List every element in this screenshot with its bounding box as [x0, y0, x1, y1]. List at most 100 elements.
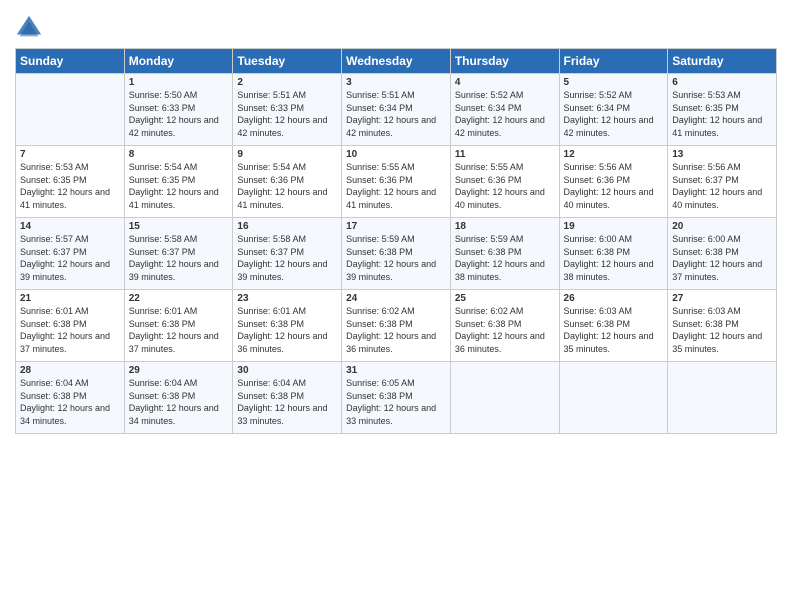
day-number: 2	[237, 77, 337, 88]
day-number: 26	[564, 293, 664, 304]
page: SundayMondayTuesdayWednesdayThursdayFrid…	[0, 0, 792, 612]
day-info: Sunrise: 5:53 AM Sunset: 6:35 PM Dayligh…	[672, 89, 772, 139]
day-info: Sunrise: 6:05 AM Sunset: 6:38 PM Dayligh…	[346, 377, 446, 427]
day-info: Sunrise: 6:01 AM Sunset: 6:38 PM Dayligh…	[237, 305, 337, 355]
calendar-cell: 22Sunrise: 6:01 AM Sunset: 6:38 PM Dayli…	[124, 290, 233, 362]
day-info: Sunrise: 6:02 AM Sunset: 6:38 PM Dayligh…	[346, 305, 446, 355]
day-info: Sunrise: 6:01 AM Sunset: 6:38 PM Dayligh…	[129, 305, 229, 355]
day-info: Sunrise: 5:51 AM Sunset: 6:33 PM Dayligh…	[237, 89, 337, 139]
logo	[15, 14, 45, 42]
header-cell-wednesday: Wednesday	[342, 49, 451, 74]
day-number: 10	[346, 149, 446, 160]
calendar-cell: 20Sunrise: 6:00 AM Sunset: 6:38 PM Dayli…	[668, 218, 777, 290]
day-info: Sunrise: 5:54 AM Sunset: 6:36 PM Dayligh…	[237, 161, 337, 211]
calendar-cell: 21Sunrise: 6:01 AM Sunset: 6:38 PM Dayli…	[16, 290, 125, 362]
logo-icon	[15, 14, 43, 42]
calendar-cell: 13Sunrise: 5:56 AM Sunset: 6:37 PM Dayli…	[668, 146, 777, 218]
day-info: Sunrise: 6:03 AM Sunset: 6:38 PM Dayligh…	[564, 305, 664, 355]
calendar-cell: 4Sunrise: 5:52 AM Sunset: 6:34 PM Daylig…	[450, 74, 559, 146]
day-info: Sunrise: 5:57 AM Sunset: 6:37 PM Dayligh…	[20, 233, 120, 283]
calendar-cell: 2Sunrise: 5:51 AM Sunset: 6:33 PM Daylig…	[233, 74, 342, 146]
header-cell-sunday: Sunday	[16, 49, 125, 74]
day-number: 17	[346, 221, 446, 232]
day-info: Sunrise: 5:59 AM Sunset: 6:38 PM Dayligh…	[455, 233, 555, 283]
calendar-cell: 29Sunrise: 6:04 AM Sunset: 6:38 PM Dayli…	[124, 362, 233, 434]
calendar-cell: 12Sunrise: 5:56 AM Sunset: 6:36 PM Dayli…	[559, 146, 668, 218]
week-row-2: 7Sunrise: 5:53 AM Sunset: 6:35 PM Daylig…	[16, 146, 777, 218]
day-info: Sunrise: 5:56 AM Sunset: 6:37 PM Dayligh…	[672, 161, 772, 211]
calendar-cell: 16Sunrise: 5:58 AM Sunset: 6:37 PM Dayli…	[233, 218, 342, 290]
day-number: 8	[129, 149, 229, 160]
calendar-table: SundayMondayTuesdayWednesdayThursdayFrid…	[15, 48, 777, 434]
day-info: Sunrise: 6:04 AM Sunset: 6:38 PM Dayligh…	[237, 377, 337, 427]
header-cell-thursday: Thursday	[450, 49, 559, 74]
week-row-5: 28Sunrise: 6:04 AM Sunset: 6:38 PM Dayli…	[16, 362, 777, 434]
day-number: 13	[672, 149, 772, 160]
calendar-cell: 31Sunrise: 6:05 AM Sunset: 6:38 PM Dayli…	[342, 362, 451, 434]
day-number: 31	[346, 365, 446, 376]
calendar-cell: 6Sunrise: 5:53 AM Sunset: 6:35 PM Daylig…	[668, 74, 777, 146]
calendar-cell: 27Sunrise: 6:03 AM Sunset: 6:38 PM Dayli…	[668, 290, 777, 362]
day-number: 15	[129, 221, 229, 232]
day-info: Sunrise: 5:51 AM Sunset: 6:34 PM Dayligh…	[346, 89, 446, 139]
calendar-cell: 15Sunrise: 5:58 AM Sunset: 6:37 PM Dayli…	[124, 218, 233, 290]
day-number: 7	[20, 149, 120, 160]
calendar-cell: 3Sunrise: 5:51 AM Sunset: 6:34 PM Daylig…	[342, 74, 451, 146]
week-row-1: 1Sunrise: 5:50 AM Sunset: 6:33 PM Daylig…	[16, 74, 777, 146]
calendar-cell: 23Sunrise: 6:01 AM Sunset: 6:38 PM Dayli…	[233, 290, 342, 362]
day-info: Sunrise: 5:56 AM Sunset: 6:36 PM Dayligh…	[564, 161, 664, 211]
header-cell-saturday: Saturday	[668, 49, 777, 74]
week-row-4: 21Sunrise: 6:01 AM Sunset: 6:38 PM Dayli…	[16, 290, 777, 362]
day-number: 4	[455, 77, 555, 88]
day-info: Sunrise: 5:50 AM Sunset: 6:33 PM Dayligh…	[129, 89, 229, 139]
calendar-cell: 5Sunrise: 5:52 AM Sunset: 6:34 PM Daylig…	[559, 74, 668, 146]
calendar-cell	[450, 362, 559, 434]
calendar-cell: 19Sunrise: 6:00 AM Sunset: 6:38 PM Dayli…	[559, 218, 668, 290]
day-number: 25	[455, 293, 555, 304]
day-number: 24	[346, 293, 446, 304]
calendar-cell: 9Sunrise: 5:54 AM Sunset: 6:36 PM Daylig…	[233, 146, 342, 218]
calendar-cell: 30Sunrise: 6:04 AM Sunset: 6:38 PM Dayli…	[233, 362, 342, 434]
day-number: 6	[672, 77, 772, 88]
calendar-header: SundayMondayTuesdayWednesdayThursdayFrid…	[16, 49, 777, 74]
calendar-cell: 24Sunrise: 6:02 AM Sunset: 6:38 PM Dayli…	[342, 290, 451, 362]
calendar-cell: 7Sunrise: 5:53 AM Sunset: 6:35 PM Daylig…	[16, 146, 125, 218]
day-number: 18	[455, 221, 555, 232]
day-info: Sunrise: 5:53 AM Sunset: 6:35 PM Dayligh…	[20, 161, 120, 211]
day-info: Sunrise: 6:03 AM Sunset: 6:38 PM Dayligh…	[672, 305, 772, 355]
day-number: 3	[346, 77, 446, 88]
day-number: 21	[20, 293, 120, 304]
day-number: 19	[564, 221, 664, 232]
day-info: Sunrise: 5:58 AM Sunset: 6:37 PM Dayligh…	[237, 233, 337, 283]
calendar-cell: 26Sunrise: 6:03 AM Sunset: 6:38 PM Dayli…	[559, 290, 668, 362]
day-info: Sunrise: 6:04 AM Sunset: 6:38 PM Dayligh…	[129, 377, 229, 427]
day-info: Sunrise: 5:52 AM Sunset: 6:34 PM Dayligh…	[564, 89, 664, 139]
day-info: Sunrise: 5:59 AM Sunset: 6:38 PM Dayligh…	[346, 233, 446, 283]
day-info: Sunrise: 6:01 AM Sunset: 6:38 PM Dayligh…	[20, 305, 120, 355]
day-number: 9	[237, 149, 337, 160]
day-number: 27	[672, 293, 772, 304]
calendar-cell: 18Sunrise: 5:59 AM Sunset: 6:38 PM Dayli…	[450, 218, 559, 290]
day-number: 14	[20, 221, 120, 232]
calendar-cell	[668, 362, 777, 434]
header	[15, 10, 777, 42]
day-number: 29	[129, 365, 229, 376]
day-info: Sunrise: 5:58 AM Sunset: 6:37 PM Dayligh…	[129, 233, 229, 283]
calendar-cell: 25Sunrise: 6:02 AM Sunset: 6:38 PM Dayli…	[450, 290, 559, 362]
day-info: Sunrise: 6:00 AM Sunset: 6:38 PM Dayligh…	[672, 233, 772, 283]
day-info: Sunrise: 6:04 AM Sunset: 6:38 PM Dayligh…	[20, 377, 120, 427]
header-row: SundayMondayTuesdayWednesdayThursdayFrid…	[16, 49, 777, 74]
day-info: Sunrise: 5:54 AM Sunset: 6:35 PM Dayligh…	[129, 161, 229, 211]
day-number: 28	[20, 365, 120, 376]
day-number: 11	[455, 149, 555, 160]
header-cell-tuesday: Tuesday	[233, 49, 342, 74]
day-number: 1	[129, 77, 229, 88]
calendar-cell: 17Sunrise: 5:59 AM Sunset: 6:38 PM Dayli…	[342, 218, 451, 290]
calendar-cell: 28Sunrise: 6:04 AM Sunset: 6:38 PM Dayli…	[16, 362, 125, 434]
calendar-body: 1Sunrise: 5:50 AM Sunset: 6:33 PM Daylig…	[16, 74, 777, 434]
calendar-cell: 8Sunrise: 5:54 AM Sunset: 6:35 PM Daylig…	[124, 146, 233, 218]
calendar-cell: 10Sunrise: 5:55 AM Sunset: 6:36 PM Dayli…	[342, 146, 451, 218]
day-number: 30	[237, 365, 337, 376]
day-number: 5	[564, 77, 664, 88]
day-number: 12	[564, 149, 664, 160]
